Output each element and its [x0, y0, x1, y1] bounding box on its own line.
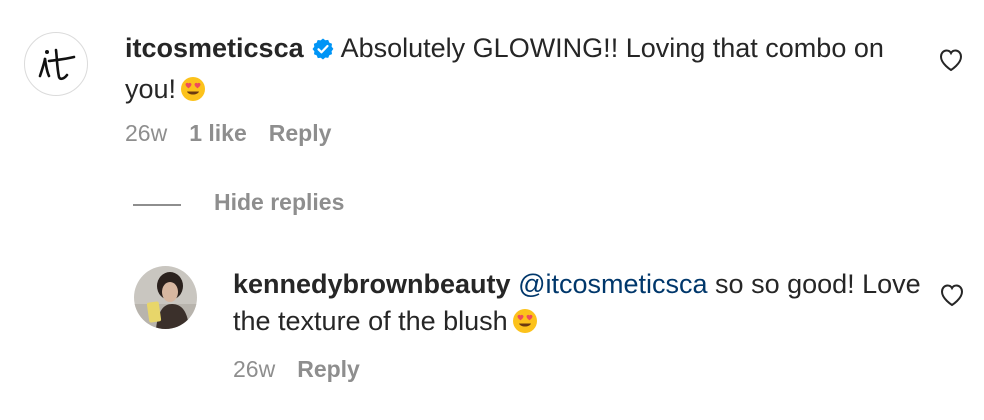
likes-count[interactable]: 1 like	[189, 120, 247, 147]
reply-button[interactable]: Reply	[297, 356, 360, 383]
divider-line	[133, 204, 181, 206]
verified-badge-icon	[311, 34, 335, 71]
reply-username[interactable]: kennedybrownbeauty	[233, 269, 511, 299]
reply-button[interactable]: Reply	[269, 120, 332, 147]
heart-eyes-emoji-icon	[180, 75, 206, 112]
comment-thread: itcosmeticsca Absolutely GLOWING!! Loving…	[0, 0, 984, 420]
reply-avatar[interactable]	[134, 266, 197, 329]
it-cosmetics-logo	[38, 48, 76, 81]
like-heart-icon[interactable]	[939, 283, 965, 312]
heart-eyes-emoji-icon	[512, 307, 538, 344]
reply-mention[interactable]: @itcosmeticsca	[518, 269, 707, 299]
like-heart-icon[interactable]	[938, 48, 964, 77]
comment-text: itcosmeticsca Absolutely GLOWING!! Loving…	[125, 30, 915, 112]
comment-meta: 26w 1 like Reply	[125, 120, 331, 147]
comment-time: 26w	[125, 120, 168, 146]
reply-text: kennedybrownbeauty @itcosmeticsca so so …	[233, 266, 923, 344]
comment-username[interactable]: itcosmeticsca	[125, 33, 304, 63]
hide-replies-button[interactable]: Hide replies	[214, 189, 344, 216]
reply-time: 26w	[233, 356, 276, 382]
avatar[interactable]	[24, 32, 88, 96]
reply-meta: 26w Reply	[233, 356, 360, 383]
